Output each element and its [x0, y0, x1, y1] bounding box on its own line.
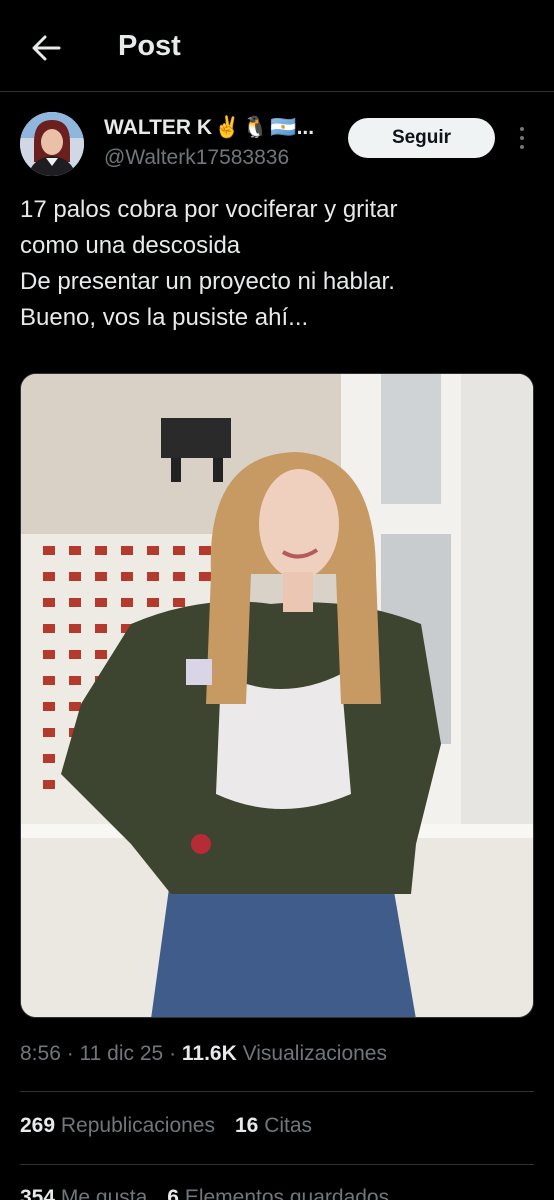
tweet-line: como una descosida — [20, 232, 241, 259]
tweet-line: Bueno, vos la pusiste ahí... — [20, 304, 309, 331]
photo-image — [21, 374, 533, 1017]
likes-label: Me gusta — [60, 1186, 148, 1200]
back-button[interactable] — [26, 28, 66, 68]
tweet-photo[interactable] — [20, 373, 534, 1018]
quotes-label: Citas — [264, 1114, 313, 1137]
avatar[interactable] — [20, 112, 84, 176]
bookmarks-label: Elementos guardados — [184, 1186, 390, 1200]
reposts-stat[interactable]: 269 Republicaciones — [20, 1114, 215, 1138]
likes-count: 354 — [20, 1186, 56, 1200]
bookmarks-stat[interactable]: 6 Elementos guardados — [167, 1186, 389, 1200]
arrow-left-icon — [32, 35, 61, 61]
views-label[interactable]: Visualizaciones — [243, 1042, 387, 1065]
tweet-line: 17 palos cobra por vociferar y gritar — [20, 196, 398, 223]
reposts-count: 269 — [20, 1114, 56, 1137]
tweet-date: 11 dic 25 — [79, 1042, 164, 1065]
author-name-row[interactable]: WALTER K ✌️ 🐧 🇦🇷 ... — [104, 116, 314, 140]
meta-separator: · — [169, 1042, 182, 1065]
tweet-time: 8:56 — [20, 1042, 61, 1065]
author-handle[interactable]: @Walterk17583836 — [104, 146, 289, 170]
divider — [20, 1091, 534, 1092]
name-ellipsis: ... — [296, 116, 315, 139]
bookmarks-count: 6 — [167, 1186, 179, 1200]
author-name: WALTER K — [104, 116, 213, 139]
top-bar: Post — [0, 0, 554, 92]
views-count: 11.6K — [181, 1042, 237, 1065]
divider — [20, 1164, 534, 1165]
tweet-text: 17 palos cobra por vociferar y gritar co… — [20, 192, 540, 336]
victory-hand-emoji: ✌️ — [214, 116, 241, 139]
engagement-stats-secondary: 354 Me gusta 6 Elementos guardados — [20, 1186, 389, 1200]
meta-separator: · — [66, 1042, 80, 1065]
tweet-meta: 8:56 · 11 dic 25 · 11.6K Visualizaciones — [20, 1042, 387, 1066]
engagement-stats: 269 Republicaciones 16 Citas — [20, 1114, 312, 1138]
follow-button[interactable]: Seguir — [348, 118, 495, 158]
page-title: Post — [118, 30, 181, 62]
quotes-count: 16 — [235, 1114, 259, 1137]
avatar-image — [20, 112, 84, 176]
tweet-line: De presentar un proyecto ni hablar. — [20, 268, 395, 295]
more-options-icon[interactable] — [512, 124, 532, 152]
argentina-flag-emoji: 🇦🇷 — [270, 116, 297, 139]
reposts-label: Republicaciones — [60, 1114, 215, 1137]
likes-stat[interactable]: 354 Me gusta — [20, 1186, 147, 1200]
penguin-emoji: 🐧 — [242, 116, 269, 139]
quotes-stat[interactable]: 16 Citas — [235, 1114, 312, 1138]
